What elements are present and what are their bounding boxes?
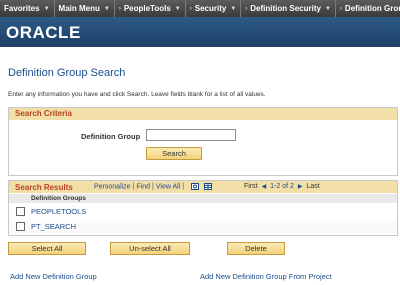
delete-button[interactable]: Delete (227, 242, 285, 255)
nav-security-label: Security (194, 4, 227, 13)
dropdown-arrow-icon: ▼ (103, 5, 110, 12)
search-criteria-section: Search Criteria Definition Group Search (8, 107, 398, 176)
last-link[interactable]: Last (306, 183, 319, 190)
download-grid-icon[interactable] (203, 183, 212, 190)
row-checkbox[interactable] (16, 222, 25, 231)
definition-group-input[interactable] (146, 129, 236, 141)
nav-favorites-label: Favorites (4, 4, 40, 13)
definition-group-label: Definition Group (81, 132, 141, 141)
zoom-icon[interactable] (191, 183, 200, 190)
nav-main-menu[interactable]: Main Menu ▼ (55, 0, 115, 17)
grid-pagination: First ◀ 1-2 of 2 ▶ Last (244, 183, 320, 190)
nav-peopletools[interactable]: › PeopleTools ▼ (115, 0, 186, 17)
add-from-project-link[interactable]: Add New Definition Group From Project (200, 272, 332, 281)
search-criteria-heading: Search Criteria (9, 108, 397, 120)
definition-group-link[interactable]: PEOPLETOOLS (31, 207, 86, 216)
table-row: PEOPLETOOLS (9, 205, 397, 218)
personalize-link[interactable]: Personalize (94, 183, 131, 190)
search-results-heading: Search Results (15, 183, 73, 192)
breadcrumb-arrow-icon: › (245, 5, 248, 12)
page-range: 1-2 of 2 (270, 183, 294, 190)
search-results-header: Search Results Personalize | Find | View All… (9, 181, 397, 193)
select-all-button[interactable]: Select All (8, 242, 86, 255)
breadcrumb-arrow-icon: › (118, 5, 121, 12)
breadcrumb-arrow-icon: › (189, 5, 192, 12)
top-navigation-bar: Favorites ▼ Main Menu ▼ › PeopleTools ▼ › Sec… (0, 0, 400, 17)
add-new-definition-group-link[interactable]: Add New Definition Group (10, 272, 97, 281)
separator: | (152, 183, 154, 191)
nav-definition-groups[interactable]: ›Definition Groups (336, 0, 400, 17)
nav-main-menu-label: Main Menu (58, 4, 100, 13)
previous-icon[interactable]: ◀ (262, 184, 267, 190)
nav-definition-groups-label: Definition Groups (344, 4, 400, 13)
nav-peopletools-label: PeopleTools (123, 4, 171, 13)
find-link[interactable]: Find (136, 183, 150, 190)
row-checkbox[interactable] (16, 207, 25, 216)
separator: | (132, 183, 135, 191)
search-button[interactable]: Search (146, 147, 202, 160)
unselect-all-button[interactable]: Un-select All (110, 242, 190, 255)
nav-security[interactable]: › Security ▼ (186, 0, 242, 17)
page-instructions: Enter any information you have and click… (8, 91, 266, 98)
nav-favorites[interactable]: Favorites ▼ (0, 0, 55, 17)
grid-toolbar: Personalize | Find | View All | (94, 183, 212, 190)
dropdown-arrow-icon: ▼ (230, 5, 237, 12)
separator: | (182, 183, 185, 191)
nav-definition-security-label: Definition Security (250, 4, 321, 13)
definition-groups-column-header[interactable]: Definition Groups (31, 195, 86, 202)
definition-group-link[interactable]: PT_SEARCH (31, 222, 76, 231)
first-link[interactable]: First (244, 183, 258, 190)
nav-definition-security[interactable]: › Definition Security ▼ (241, 0, 336, 17)
view-all-link[interactable]: View All (156, 183, 180, 190)
next-icon[interactable]: ▶ (298, 184, 303, 190)
header-banner: ORACLE (0, 17, 400, 47)
dropdown-arrow-icon: ▼ (43, 5, 50, 12)
dropdown-arrow-icon: ▼ (324, 5, 331, 12)
column-header-row: Definition Groups (9, 194, 397, 203)
dropdown-arrow-icon: ▼ (174, 5, 181, 12)
oracle-logo: ORACLE (6, 23, 81, 42)
breadcrumb-arrow-icon: › (339, 5, 342, 12)
page-title: Definition Group Search (8, 67, 126, 79)
search-results-grid: Search Results Personalize | Find | View All… (8, 180, 398, 236)
table-row: PT_SEARCH (9, 220, 397, 233)
